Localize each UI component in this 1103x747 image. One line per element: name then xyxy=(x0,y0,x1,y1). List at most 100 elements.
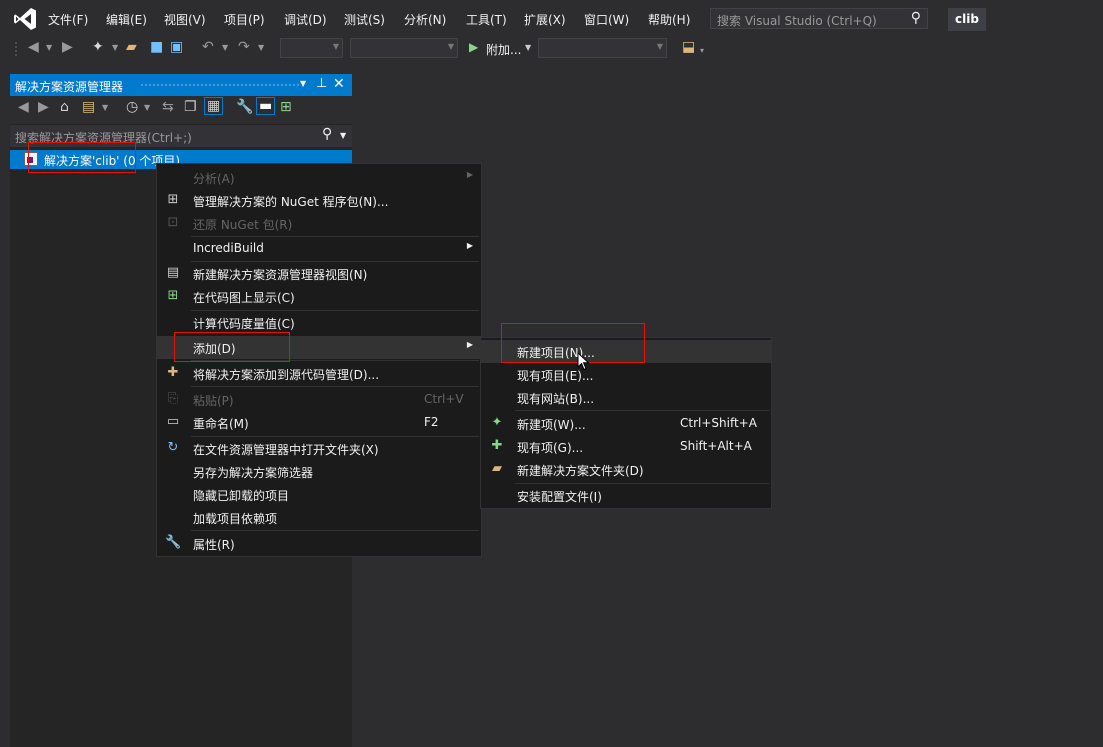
toolbar-grip[interactable] xyxy=(14,41,18,57)
pending-changes-filter-icon[interactable]: ◷ xyxy=(126,99,138,115)
menu-test[interactable]: 测试(S) xyxy=(344,11,385,28)
search-icon[interactable]: ⚲ xyxy=(911,10,921,26)
forward-icon[interactable]: ▶ xyxy=(62,39,73,55)
submenu-arrow-icon: ▶ xyxy=(466,340,473,349)
combo-arrow-icon: ▼ xyxy=(332,42,339,51)
find-in-files-icon[interactable]: ⬓ xyxy=(682,39,695,55)
redo-icon[interactable]: ↷ xyxy=(238,39,250,55)
menu-separator xyxy=(191,360,479,361)
save-all-icon[interactable]: ▣ xyxy=(170,39,183,55)
new-view-icon: ▤ xyxy=(166,265,180,280)
menu-bar: 文件(F) 编辑(E) 视图(V) 项目(P) 调试(D) 测试(S) 分析(N… xyxy=(0,0,1103,38)
menu-item-properties[interactable]: 🔧 属性(R) xyxy=(157,532,481,555)
pin-icon[interactable]: ⊥ xyxy=(316,76,327,91)
menu-separator xyxy=(191,530,479,531)
visual-studio-logo-icon[interactable] xyxy=(12,6,38,32)
menu-item-incredibuild[interactable]: IncrediBuild ▶ xyxy=(157,237,481,260)
new-dropdown-icon[interactable]: ▼ xyxy=(112,43,118,52)
source-control-icon: ✚ xyxy=(167,365,179,380)
submenu-item-new-item[interactable]: ✦ 新建项(W)... Ctrl+Shift+A xyxy=(481,412,771,435)
collapse-all-icon[interactable]: ❐ xyxy=(184,99,197,115)
solution-explorer-search[interactable]: 搜索解决方案资源管理器(Ctrl+;) ⚲ ▼ xyxy=(10,125,352,147)
undo-dropdown-icon[interactable]: ▼ xyxy=(222,43,228,52)
properties-wrench-icon[interactable]: 🔧 xyxy=(236,99,253,115)
menu-analyze[interactable]: 分析(N) xyxy=(404,11,446,28)
toolbar-options-icon[interactable]: ▾ xyxy=(700,46,704,55)
menu-item-manage-nuget[interactable]: ⊞ 管理解决方案的 NuGet 程序包(N)... xyxy=(157,189,481,212)
submenu-item-existing-project[interactable]: 现有项目(E)... xyxy=(481,363,771,386)
back-icon[interactable]: ◀ xyxy=(18,99,29,115)
preview-selected-items-icon[interactable]: ▬ xyxy=(256,97,276,115)
close-icon[interactable]: ✕ xyxy=(333,76,345,92)
solution-explorer-titlebar[interactable]: 解决方案资源管理器 ▼ ⊥ ✕ xyxy=(10,74,352,96)
solution-explorer-toolbar: ◀ ▶ ⌂ ▤ ▼ ◷ ▼ ⇆ ❐ ▦ 🔧 ▬ ⊞ xyxy=(10,96,352,124)
menu-item-open-in-explorer[interactable]: ↻ 在文件资源管理器中打开文件夹(X) xyxy=(157,437,481,460)
view-class-diagram-icon[interactable]: ⊞ xyxy=(280,99,292,115)
save-icon[interactable]: ■ xyxy=(150,39,163,55)
code-map-icon: ⊞ xyxy=(167,288,179,303)
menu-separator xyxy=(191,386,479,387)
combo-arrow-icon: ▼ xyxy=(656,42,663,51)
menu-tools[interactable]: 工具(T) xyxy=(466,11,507,28)
menu-item-code-metrics[interactable]: 计算代码度量值(C) xyxy=(157,311,481,334)
menu-item-hide-unloaded[interactable]: 隐藏已卸载的项目 xyxy=(157,483,481,506)
sync-active-document-icon[interactable]: ⇆ xyxy=(162,99,174,115)
menu-separator xyxy=(515,410,769,411)
process-combo[interactable]: ▼ xyxy=(538,38,667,58)
existing-item-icon: ✚ xyxy=(491,438,503,453)
start-debug-icon[interactable]: ▶ xyxy=(469,40,478,54)
menu-item-save-as-filter[interactable]: 另存为解决方案筛选器 xyxy=(157,460,481,483)
open-folder-icon[interactable]: ▰ xyxy=(126,39,137,55)
new-project-icon[interactable]: ✦ xyxy=(92,39,104,55)
menu-item-load-dependencies[interactable]: 加载项目依赖项 xyxy=(157,506,481,529)
submenu-item-new-project[interactable]: 新建项目(N)... xyxy=(481,340,771,363)
menu-item-rename[interactable]: ▭ 重命名(M) F2 xyxy=(157,411,481,434)
menu-item-show-on-code-map[interactable]: ⊞ 在代码图上显示(C) xyxy=(157,285,481,308)
search-icon[interactable]: ⚲ xyxy=(322,126,332,142)
show-all-files-icon[interactable]: ▦ xyxy=(204,97,224,115)
search-options-icon[interactable]: ▼ xyxy=(340,131,346,140)
submenu-item-new-solution-folder[interactable]: ▰ 新建解决方案文件夹(D) xyxy=(481,458,771,481)
menu-window[interactable]: 窗口(W) xyxy=(584,11,629,28)
search-placeholder: 搜索 Visual Studio (Ctrl+Q) xyxy=(717,14,877,28)
platform-combo[interactable]: ▼ xyxy=(350,38,458,58)
menu-item-new-explorer-view[interactable]: ▤ 新建解决方案资源管理器视图(N) xyxy=(157,262,481,285)
switch-views-icon[interactable]: ▤ xyxy=(82,99,95,115)
search-placeholder: 搜索解决方案资源管理器(Ctrl+;) xyxy=(15,131,192,145)
switch-views-dropdown-icon[interactable]: ▼ xyxy=(102,103,108,112)
configuration-combo[interactable]: ▼ xyxy=(280,38,343,58)
mouse-cursor-icon xyxy=(577,352,590,371)
menu-item-add-to-source-control[interactable]: ✚ 将解决方案添加到源代码管理(D)... xyxy=(157,362,481,385)
menu-item-analyze[interactable]: 分析(A) ▶ xyxy=(157,166,481,189)
filter-dropdown-icon[interactable]: ▼ xyxy=(144,103,150,112)
menu-project[interactable]: 项目(P) xyxy=(224,11,265,28)
menu-debug[interactable]: 调试(D) xyxy=(284,11,327,28)
submenu-item-existing-website[interactable]: 现有网站(B)... xyxy=(481,386,771,409)
menu-item-paste[interactable]: ⎘ 粘贴(P) Ctrl+V xyxy=(157,388,481,411)
rename-icon: ▭ xyxy=(166,414,180,429)
home-icon[interactable]: ⌂ xyxy=(60,99,69,115)
add-submenu: 新建项目(N)... 现有项目(E)... 现有网站(B)... ✦ 新建项(W… xyxy=(480,337,772,509)
back-dropdown-icon[interactable]: ▼ xyxy=(46,43,52,52)
window-position-icon[interactable]: ▼ xyxy=(300,79,306,88)
menu-view[interactable]: 视图(V) xyxy=(164,11,206,28)
menu-file[interactable]: 文件(F) xyxy=(48,11,88,28)
submenu-item-install-config[interactable]: 安装配置文件(I) xyxy=(481,484,771,507)
redo-dropdown-icon[interactable]: ▼ xyxy=(258,43,264,52)
search-box[interactable]: 搜索 Visual Studio (Ctrl+Q) ⚲ xyxy=(710,8,928,29)
menu-item-add[interactable]: 添加(D) ▶ xyxy=(157,336,481,359)
standard-toolbar: ◀ ▼ ▶ ✦ ▼ ▰ ■ ▣ ↶ ▼ ↷ ▼ ▼ ▼ ▶ 附加... ▼ ▼ … xyxy=(0,36,1103,62)
undo-icon[interactable]: ↶ xyxy=(202,39,214,55)
submenu-item-existing-item[interactable]: ✚ 现有项(G)... Shift+Alt+A xyxy=(481,435,771,458)
submenu-arrow-icon: ▶ xyxy=(466,241,473,250)
attach-button[interactable]: 附加... xyxy=(486,41,521,58)
back-icon[interactable]: ◀ xyxy=(28,39,39,55)
menu-extensions[interactable]: 扩展(X) xyxy=(524,11,566,28)
menu-edit[interactable]: 编辑(E) xyxy=(106,11,147,28)
menu-item-restore-nuget[interactable]: ⊡ 还原 NuGet 包(R) xyxy=(157,212,481,235)
menu-help[interactable]: 帮助(H) xyxy=(648,11,690,28)
attach-dropdown-icon[interactable]: ▼ xyxy=(525,43,531,52)
forward-icon[interactable]: ▶ xyxy=(38,99,49,115)
solution-icon xyxy=(24,152,38,166)
nuget-package-icon: ⊞ xyxy=(167,192,179,207)
